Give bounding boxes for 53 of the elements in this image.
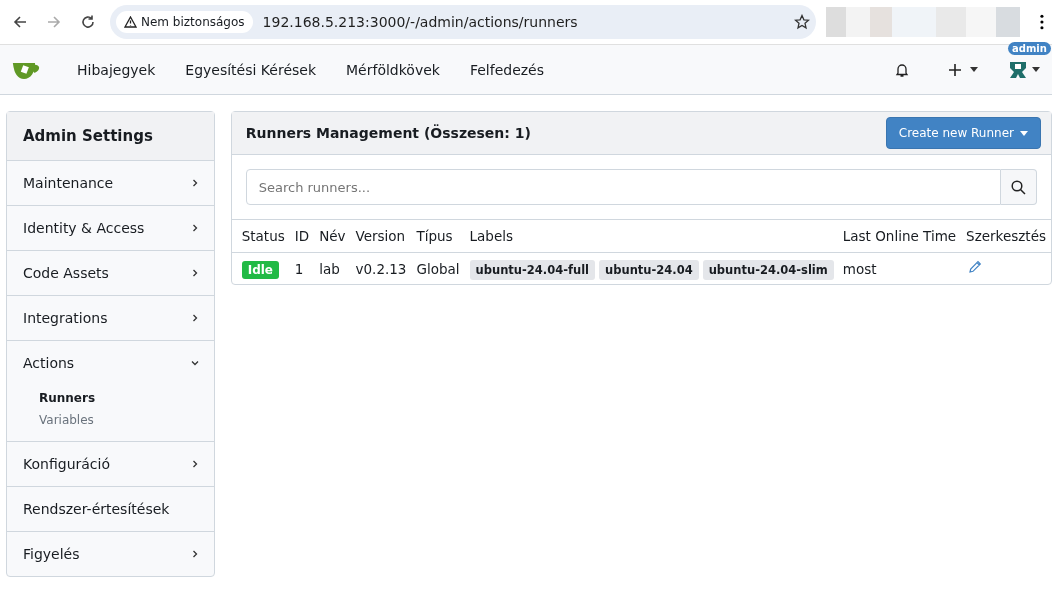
sidebar-item[interactable]: Integrations bbox=[7, 296, 214, 340]
url-text: 192.168.5.213:3000/-/admin/actions/runners bbox=[262, 14, 579, 30]
caret-icon bbox=[1020, 130, 1028, 136]
menu-icon[interactable] bbox=[1040, 14, 1044, 30]
reload-icon bbox=[80, 14, 96, 30]
address-bar[interactable]: Nem biztonságos 192.168.5.213:3000/-/admin/actions/runners bbox=[110, 5, 816, 39]
sidebar-item[interactable]: Code Assets bbox=[7, 251, 214, 295]
table-cell: most bbox=[842, 252, 962, 284]
column-header: Version bbox=[350, 220, 412, 253]
sidebar-item[interactable]: Konfiguráció bbox=[7, 442, 214, 486]
chevron-down-icon bbox=[189, 358, 200, 368]
column-header: Last Online Time bbox=[842, 220, 962, 253]
search-field[interactable]: Search runners... bbox=[245, 169, 1001, 205]
nav-link[interactable]: Mérföldkövek bbox=[331, 61, 455, 78]
warning-icon bbox=[124, 16, 137, 28]
column-header: Típus bbox=[411, 220, 465, 253]
column-header: Név bbox=[314, 220, 351, 253]
table-cell: v0.2.13 bbox=[350, 252, 412, 284]
bell-icon[interactable] bbox=[894, 61, 910, 78]
label-tag: ubuntu-24.04-slim bbox=[702, 259, 834, 280]
sidebar-item[interactable]: Rendszer-értesítések bbox=[7, 487, 214, 531]
column-header: Labels bbox=[464, 220, 843, 253]
sidebar-item[interactable]: Figyelés bbox=[7, 532, 214, 576]
back-arrow-icon bbox=[12, 14, 28, 30]
sidebar-item[interactable]: Identity & Access bbox=[7, 206, 214, 250]
nav-link[interactable]: Egyesítési Kérések bbox=[170, 61, 331, 78]
security-chip[interactable]: Nem biztonságos bbox=[116, 11, 253, 33]
table-cell: 1 bbox=[289, 252, 315, 284]
table-cell: lab bbox=[314, 252, 351, 284]
search-icon bbox=[1011, 179, 1026, 195]
panel-title: Runners Management (Összesen: 1) bbox=[245, 125, 531, 141]
pencil-icon[interactable] bbox=[968, 260, 983, 274]
sidebar-item[interactable]: Actions bbox=[7, 341, 214, 385]
table-cell: Global bbox=[411, 252, 465, 284]
sidebar-subitem[interactable]: Variables bbox=[7, 409, 214, 431]
status-badge: Idle bbox=[241, 260, 279, 279]
label-tag: ubuntu-24.04 bbox=[599, 259, 699, 280]
caret-icon bbox=[1032, 67, 1040, 72]
column-header: Status bbox=[231, 220, 290, 253]
caret-icon bbox=[970, 67, 978, 72]
nav-link[interactable]: Hibajegyek bbox=[62, 61, 171, 78]
sidebar-title: Admin Settings bbox=[7, 112, 214, 161]
column-header: ID bbox=[289, 220, 315, 253]
label-tag: ubuntu-24.04-full bbox=[469, 259, 596, 280]
plus-icon bbox=[948, 62, 962, 77]
create-runner-button[interactable]: Create new Runner bbox=[885, 117, 1041, 149]
sidebar-subitem[interactable]: Runners bbox=[7, 387, 214, 409]
column-header: Szerkesztés bbox=[961, 220, 1051, 253]
star-icon[interactable] bbox=[794, 14, 810, 30]
forward-arrow-icon bbox=[46, 14, 62, 30]
search-button[interactable] bbox=[1001, 169, 1037, 205]
nav-link[interactable]: Felfedezés bbox=[454, 61, 559, 78]
sidebar-item[interactable]: Maintenance bbox=[7, 161, 214, 205]
